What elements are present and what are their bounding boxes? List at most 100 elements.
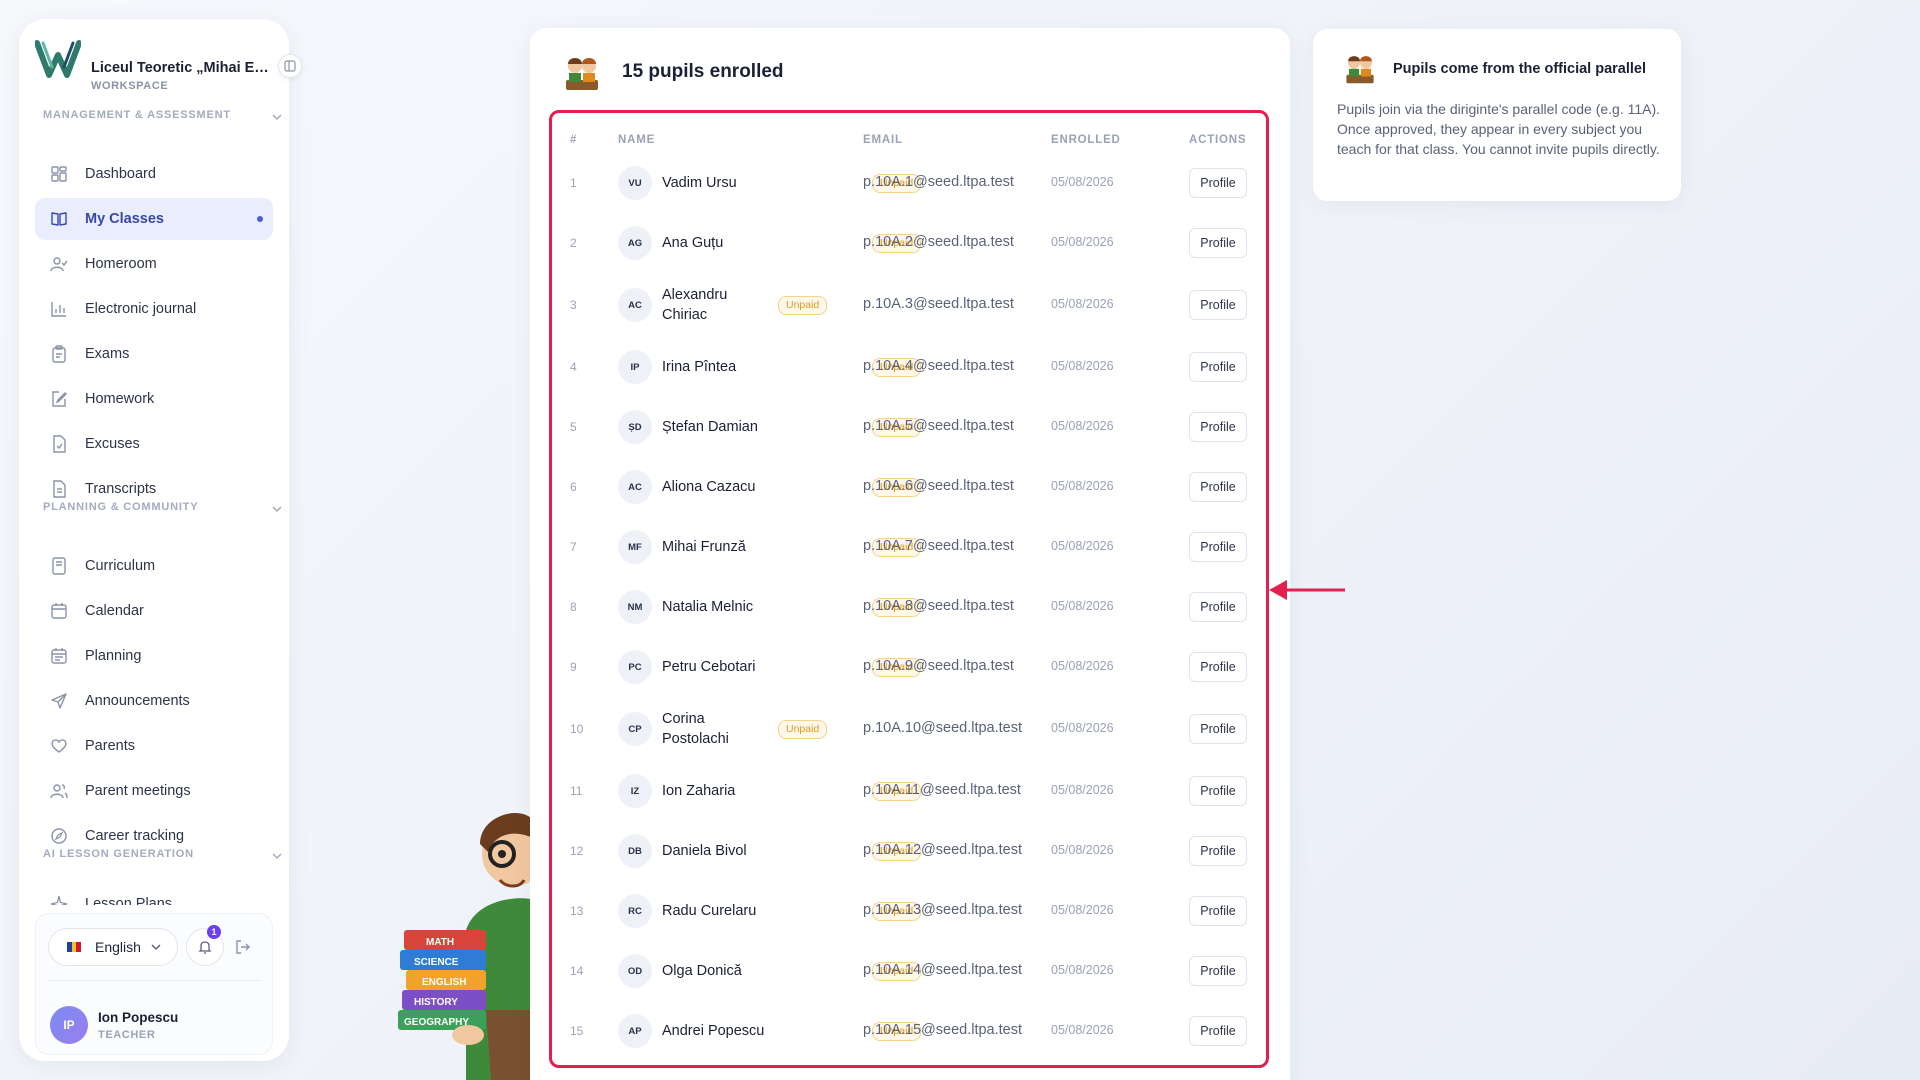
enrolled-date: 05/08/2026 bbox=[1051, 297, 1114, 311]
book-label-math: MATH bbox=[426, 937, 454, 948]
pupil-name[interactable]: Radu Curelaru bbox=[662, 901, 862, 921]
pupil-avatar: PC bbox=[618, 650, 652, 684]
pupil-email[interactable]: p.10A.5@seed.ltpa.test bbox=[863, 418, 1014, 434]
profile-button[interactable]: Profile bbox=[1189, 592, 1247, 622]
profile-button[interactable]: Profile bbox=[1189, 956, 1247, 986]
pupil-name[interactable]: Andrei Popescu bbox=[662, 1021, 862, 1041]
bell-icon bbox=[198, 941, 212, 954]
annotation-arrow-icon bbox=[1269, 580, 1345, 600]
bar-chart-icon bbox=[49, 299, 69, 319]
profile-button[interactable]: Profile bbox=[1189, 836, 1247, 866]
enrolled-date: 05/08/2026 bbox=[1051, 539, 1114, 553]
pupil-email[interactable]: p.10A.9@seed.ltpa.test bbox=[863, 658, 1014, 674]
book-label-history: HISTORY bbox=[414, 997, 458, 1008]
send-icon bbox=[49, 691, 69, 711]
sidebar-item-label: Homework bbox=[85, 391, 155, 407]
logout-icon[interactable] bbox=[234, 938, 252, 956]
pupil-name[interactable]: Vadim Ursu bbox=[662, 173, 862, 193]
section-planning[interactable]: PLANNING & COMMUNITY bbox=[43, 501, 283, 521]
pupil-name[interactable]: Alexandru Chiriac bbox=[662, 285, 762, 325]
pupil-name[interactable]: Olga Donică bbox=[662, 961, 862, 981]
pupil-email[interactable]: p.10A.14@seed.ltpa.test bbox=[863, 962, 1022, 978]
pupil-name[interactable]: Aliona Cazacu bbox=[662, 477, 862, 497]
pupil-name[interactable]: Corina Postolachi bbox=[662, 709, 762, 749]
pupil-email[interactable]: p.10A.7@seed.ltpa.test bbox=[863, 538, 1014, 554]
pupil-email[interactable]: p.10A.6@seed.ltpa.test bbox=[863, 478, 1014, 494]
profile-button[interactable]: Profile bbox=[1189, 472, 1247, 502]
language-select[interactable]: English bbox=[48, 928, 178, 966]
section-management[interactable]: MANAGEMENT & ASSESSMENT bbox=[43, 109, 283, 129]
profile-button[interactable]: Profile bbox=[1189, 896, 1247, 926]
column-header-enrolled[interactable]: ENROLLED bbox=[1051, 134, 1121, 146]
row-number: 8 bbox=[570, 600, 577, 614]
section-ai-lesson[interactable]: AI LESSON GENERATION bbox=[43, 848, 283, 868]
pupil-name[interactable]: Natalia Melnic bbox=[662, 597, 862, 617]
sidebar-item-calendar[interactable]: Calendar bbox=[35, 590, 273, 632]
sidebar-item-dashboard[interactable]: Dashboard bbox=[35, 153, 273, 195]
pupil-name[interactable]: Mihai Frunză bbox=[662, 537, 862, 557]
pupil-email[interactable]: p.10A.3@seed.ltpa.test bbox=[863, 296, 1014, 312]
profile-button[interactable]: Profile bbox=[1189, 652, 1247, 682]
sidebar-item-homeroom[interactable]: Homeroom bbox=[35, 243, 273, 285]
enrolled-date: 05/08/2026 bbox=[1051, 1023, 1114, 1037]
profile-button[interactable]: Profile bbox=[1189, 352, 1247, 382]
sidebar-item-excuses[interactable]: Excuses bbox=[35, 423, 273, 465]
pupil-email[interactable]: p.10A.2@seed.ltpa.test bbox=[863, 234, 1014, 250]
collapse-sidebar-button[interactable] bbox=[278, 54, 302, 78]
profile-button[interactable]: Profile bbox=[1189, 412, 1247, 442]
profile-button[interactable]: Profile bbox=[1189, 168, 1247, 198]
row-number: 6 bbox=[570, 480, 577, 494]
unpaid-badge: Unpaid bbox=[778, 296, 828, 315]
pupil-email[interactable]: p.10A.13@seed.ltpa.test bbox=[863, 902, 1022, 918]
book-label-english: ENGLISH bbox=[422, 977, 466, 988]
pupil-email[interactable]: p.10A.12@seed.ltpa.test bbox=[863, 842, 1022, 858]
pupil-avatar: AC bbox=[618, 470, 652, 504]
enrolled-date: 05/08/2026 bbox=[1051, 843, 1114, 857]
pupil-email[interactable]: p.10A.10@seed.ltpa.test bbox=[863, 720, 1022, 736]
pupil-email[interactable]: p.10A.15@seed.ltpa.test bbox=[863, 1022, 1022, 1038]
profile-button[interactable]: Profile bbox=[1189, 228, 1247, 258]
pupil-email[interactable]: p.10A.1@seed.ltpa.test bbox=[863, 174, 1014, 190]
pupil-name[interactable]: Irina Pîntea bbox=[662, 357, 862, 377]
pupil-name[interactable]: Ștefan Damian bbox=[662, 417, 862, 437]
column-header-actions: ACTIONS bbox=[1189, 134, 1247, 146]
sidebar-item-announcements[interactable]: Announcements bbox=[35, 680, 273, 722]
pupil-name[interactable]: Ion Zaharia bbox=[662, 781, 862, 801]
profile-button[interactable]: Profile bbox=[1189, 1016, 1247, 1046]
profile-button[interactable]: Profile bbox=[1189, 714, 1247, 744]
pupil-name[interactable]: Daniela Bivol bbox=[662, 841, 862, 861]
pupil-name[interactable]: Petru Cebotari bbox=[662, 657, 862, 677]
pupil-email[interactable]: p.10A.8@seed.ltpa.test bbox=[863, 598, 1014, 614]
pupil-email[interactable]: p.10A.4@seed.ltpa.test bbox=[863, 358, 1014, 374]
column-header-email[interactable]: EMAIL bbox=[863, 134, 903, 146]
sidebar-item-parents[interactable]: Parents bbox=[35, 725, 273, 767]
column-header-num: # bbox=[570, 134, 578, 146]
sidebar-item-planning[interactable]: Planning bbox=[35, 635, 273, 677]
footer-divider bbox=[48, 980, 262, 981]
sidebar-item-label: Career tracking bbox=[85, 828, 185, 844]
column-header-name[interactable]: NAME bbox=[618, 134, 655, 146]
row-number: 3 bbox=[570, 298, 577, 312]
pupil-email[interactable]: p.10A.11@seed.ltpa.test bbox=[863, 782, 1021, 798]
user-avatar[interactable]: IP bbox=[50, 1006, 88, 1044]
sidebar-item-parent-meetings[interactable]: Parent meetings bbox=[35, 770, 273, 812]
enrolled-date: 05/08/2026 bbox=[1051, 479, 1114, 493]
sidebar-item-electronic-journal[interactable]: Electronic journal bbox=[35, 288, 273, 330]
sidebar-item-curriculum[interactable]: Curriculum bbox=[35, 545, 273, 587]
sidebar-item-exams[interactable]: Exams bbox=[35, 333, 273, 375]
sidebar-item-my-classes[interactable]: My Classes bbox=[35, 198, 273, 240]
profile-button[interactable]: Profile bbox=[1189, 532, 1247, 562]
row-number: 13 bbox=[570, 904, 584, 918]
school-name: Liceul Teoretic „Mihai Emi... bbox=[91, 60, 271, 76]
pupil-name[interactable]: Ana Guțu bbox=[662, 233, 862, 253]
dashboard-icon bbox=[49, 164, 69, 184]
sidebar-item-homework[interactable]: Homework bbox=[35, 378, 273, 420]
profile-button[interactable]: Profile bbox=[1189, 776, 1247, 806]
brand[interactable]: Liceul Teoretic „Mihai Emi... WORKSPACE bbox=[35, 37, 275, 92]
notifications-button[interactable]: 1 bbox=[186, 925, 224, 966]
sidebar-item-lesson-plans[interactable]: Lesson Plans bbox=[35, 883, 273, 905]
pupil-avatar: NM bbox=[618, 590, 652, 624]
enrolled-date: 05/08/2026 bbox=[1051, 599, 1114, 613]
profile-button[interactable]: Profile bbox=[1189, 290, 1247, 320]
row-number: 7 bbox=[570, 540, 577, 554]
